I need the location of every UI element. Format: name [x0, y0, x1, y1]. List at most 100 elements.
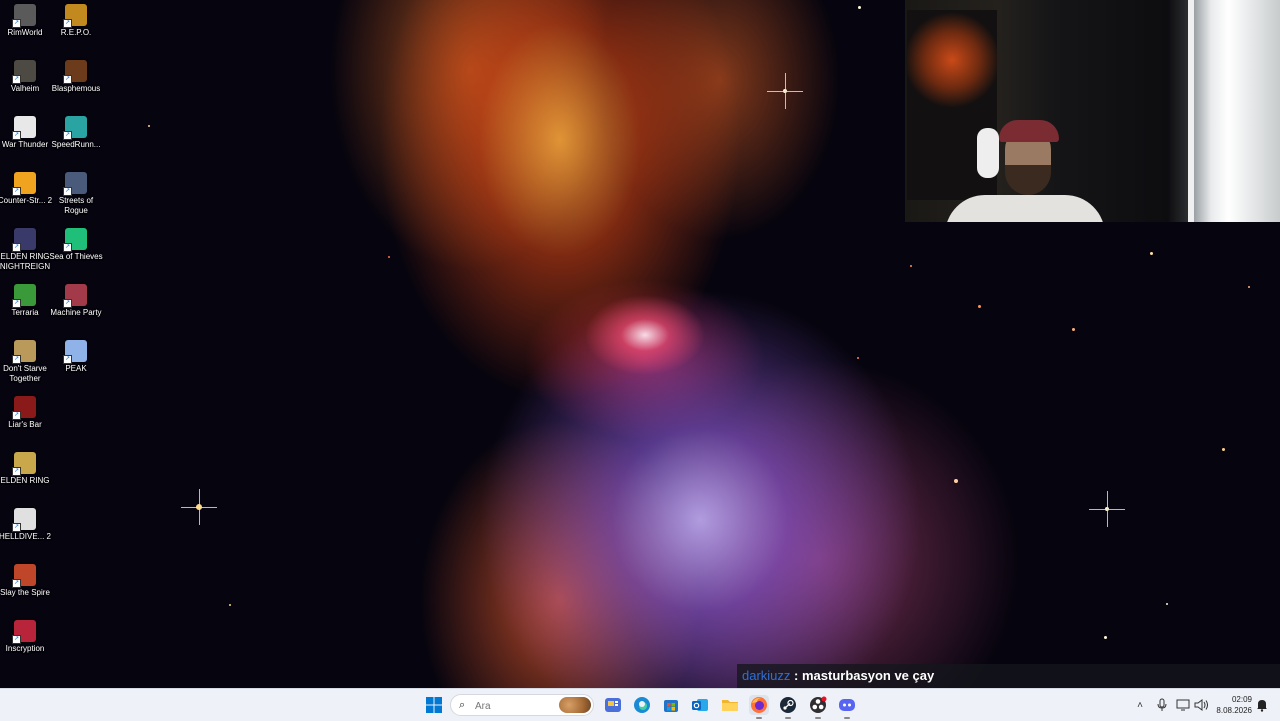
taskbar: ⌕ Ara ˄ 02:09 8.08.2026 [0, 688, 1280, 721]
shortcut-arrow-icon: ↗ [12, 411, 21, 420]
desktop-icon[interactable]: ↗ HELLDIVE... 2 [0, 508, 52, 542]
taskbar-obs[interactable] [808, 695, 828, 719]
wallpaper-star [148, 125, 150, 127]
taskbar-explorer[interactable] [720, 695, 740, 715]
search-highlight-image [559, 697, 591, 713]
wallpaper-star [954, 479, 958, 483]
desktop-icon[interactable]: ↗ Sea of Thieves [49, 228, 103, 262]
outlook-icon [692, 699, 708, 711]
taskbar-firefox[interactable] [749, 695, 769, 719]
shortcut-arrow-icon: ↗ [63, 75, 72, 84]
helldivers-icon: ↗ [12, 508, 36, 532]
firefox-icon [751, 697, 767, 713]
shortcut-arrow-icon: ↗ [12, 299, 21, 308]
speedrunners-icon: ↗ [63, 116, 87, 140]
desktop-icon-label: Streets of Rogue [58, 196, 94, 215]
notification-bell-icon [1257, 699, 1267, 712]
terraria-icon: ↗ [12, 284, 36, 308]
wallpaper-star [1150, 252, 1153, 255]
tray-volume[interactable] [1193, 695, 1209, 715]
dont-starve-together-icon: ↗ [12, 340, 36, 364]
taskbar-search[interactable]: ⌕ [450, 694, 594, 716]
shortcut-arrow-icon: ↗ [63, 299, 72, 308]
wallpaper-star [910, 265, 912, 267]
microphone-icon [1157, 698, 1167, 711]
shortcut-arrow-icon: ↗ [63, 131, 72, 140]
valheim-icon: ↗ [12, 60, 36, 84]
tray-notifications[interactable] [1255, 695, 1269, 715]
repo-icon: ↗ [63, 4, 87, 28]
search-input[interactable] [473, 698, 557, 714]
elden-ring-nightreign-icon: ↗ [12, 228, 36, 252]
sea-of-thieves-icon: ↗ [63, 228, 87, 252]
wallpaper-star [978, 305, 981, 308]
desktop-icon[interactable]: ↗ Valheim [0, 60, 50, 94]
desktop-icon-label: Machine Party [50, 308, 102, 317]
war-thunder-icon: ↗ [12, 116, 36, 140]
taskbar-steam[interactable] [778, 695, 798, 719]
desktop-icon[interactable]: ↗ Blasphemous [51, 60, 101, 94]
desktop-icon[interactable]: ↗ Counter-Str... 2 [0, 172, 53, 206]
liars-bar-icon: ↗ [12, 396, 36, 420]
elden-ring-icon: ↗ [12, 452, 36, 476]
search-icon: ⌕ [459, 699, 466, 711]
desktop-icon-label: PEAK [65, 364, 87, 373]
shortcut-arrow-icon: ↗ [12, 523, 21, 532]
shortcut-arrow-icon: ↗ [63, 243, 72, 252]
desktop-icon[interactable]: ↗ RimWorld [0, 4, 50, 38]
desktop-icon[interactable]: ↗ SpeedRunn... [51, 116, 101, 150]
obs-icon [810, 696, 827, 713]
taskbar-discord[interactable] [837, 695, 857, 719]
desktop-icon-label: Terraria [11, 308, 39, 317]
taskbar-store[interactable] [661, 695, 681, 715]
chat-separator: : [790, 668, 802, 683]
desktop-icon-label: R.E.P.O. [60, 28, 92, 37]
desktop-icon[interactable]: ↗ Streets of Rogue [51, 172, 101, 216]
desktop-icon[interactable]: ↗ Terraria [0, 284, 50, 318]
desktop-icon-label: HELLDIVE... 2 [0, 532, 52, 541]
desktop-icon[interactable]: ↗ War Thunder [0, 116, 50, 150]
desktop-icon[interactable]: ↗ Liar's Bar [0, 396, 50, 430]
taskbar-news[interactable] [603, 695, 623, 715]
webcam-headset [977, 128, 999, 178]
desktop-icon[interactable]: ↗ ELDEN RING NIGHTREIGN [0, 228, 50, 272]
blasphemous-icon: ↗ [63, 60, 87, 84]
desktop-icon[interactable]: ↗ Don't Starve Together [0, 340, 50, 384]
desktop-icon[interactable]: ↗ Inscryption [0, 620, 50, 654]
news-icon [605, 698, 621, 712]
start-button[interactable] [424, 695, 444, 715]
shortcut-arrow-icon: ↗ [12, 75, 21, 84]
shortcut-arrow-icon: ↗ [12, 467, 21, 476]
desktop-icon-label: Counter-Str... 2 [0, 196, 53, 205]
desktop-icon[interactable]: ↗ ELDEN RING [0, 452, 50, 486]
wallpaper-star [1248, 286, 1250, 288]
webcam-shirt [945, 195, 1105, 222]
desktop-icon[interactable]: ↗ Slay the Spire [0, 564, 50, 598]
desktop-icon-label: Blasphemous [51, 84, 101, 93]
shortcut-arrow-icon: ↗ [12, 19, 21, 28]
tray-overflow-chevron-up-icon[interactable]: ˄ [1133, 695, 1147, 715]
machine-party-icon: ↗ [63, 284, 87, 308]
wallpaper-star [1104, 636, 1107, 639]
edge-icon [634, 697, 650, 713]
shortcut-arrow-icon: ↗ [12, 579, 21, 588]
wallpaper-star [1222, 448, 1225, 451]
wallpaper-star [858, 6, 861, 9]
taskbar-outlook[interactable] [690, 695, 710, 715]
store-icon [664, 700, 678, 712]
tray-microphone[interactable] [1155, 695, 1169, 715]
streets-of-rogue-icon: ↗ [63, 172, 87, 196]
desktop-icon[interactable]: ↗ PEAK [51, 340, 101, 374]
tray-network[interactable] [1175, 695, 1191, 715]
taskbar-edge[interactable] [632, 695, 652, 715]
taskbar-clock-time[interactable]: 02:09 [1212, 695, 1252, 704]
desktop-icon[interactable]: ↗ R.E.P.O. [51, 4, 101, 38]
discord-icon [839, 699, 855, 711]
network-icon [1176, 699, 1190, 711]
peak-icon: ↗ [63, 340, 87, 364]
webcam-window-frame [1188, 0, 1280, 222]
desktop-icon-label: Slay the Spire [0, 588, 50, 597]
desktop-icon[interactable]: ↗ Machine Party [50, 284, 102, 318]
taskbar-clock-date[interactable]: 8.08.2026 [1212, 706, 1252, 715]
desktop-icon-label: RimWorld [7, 28, 43, 37]
